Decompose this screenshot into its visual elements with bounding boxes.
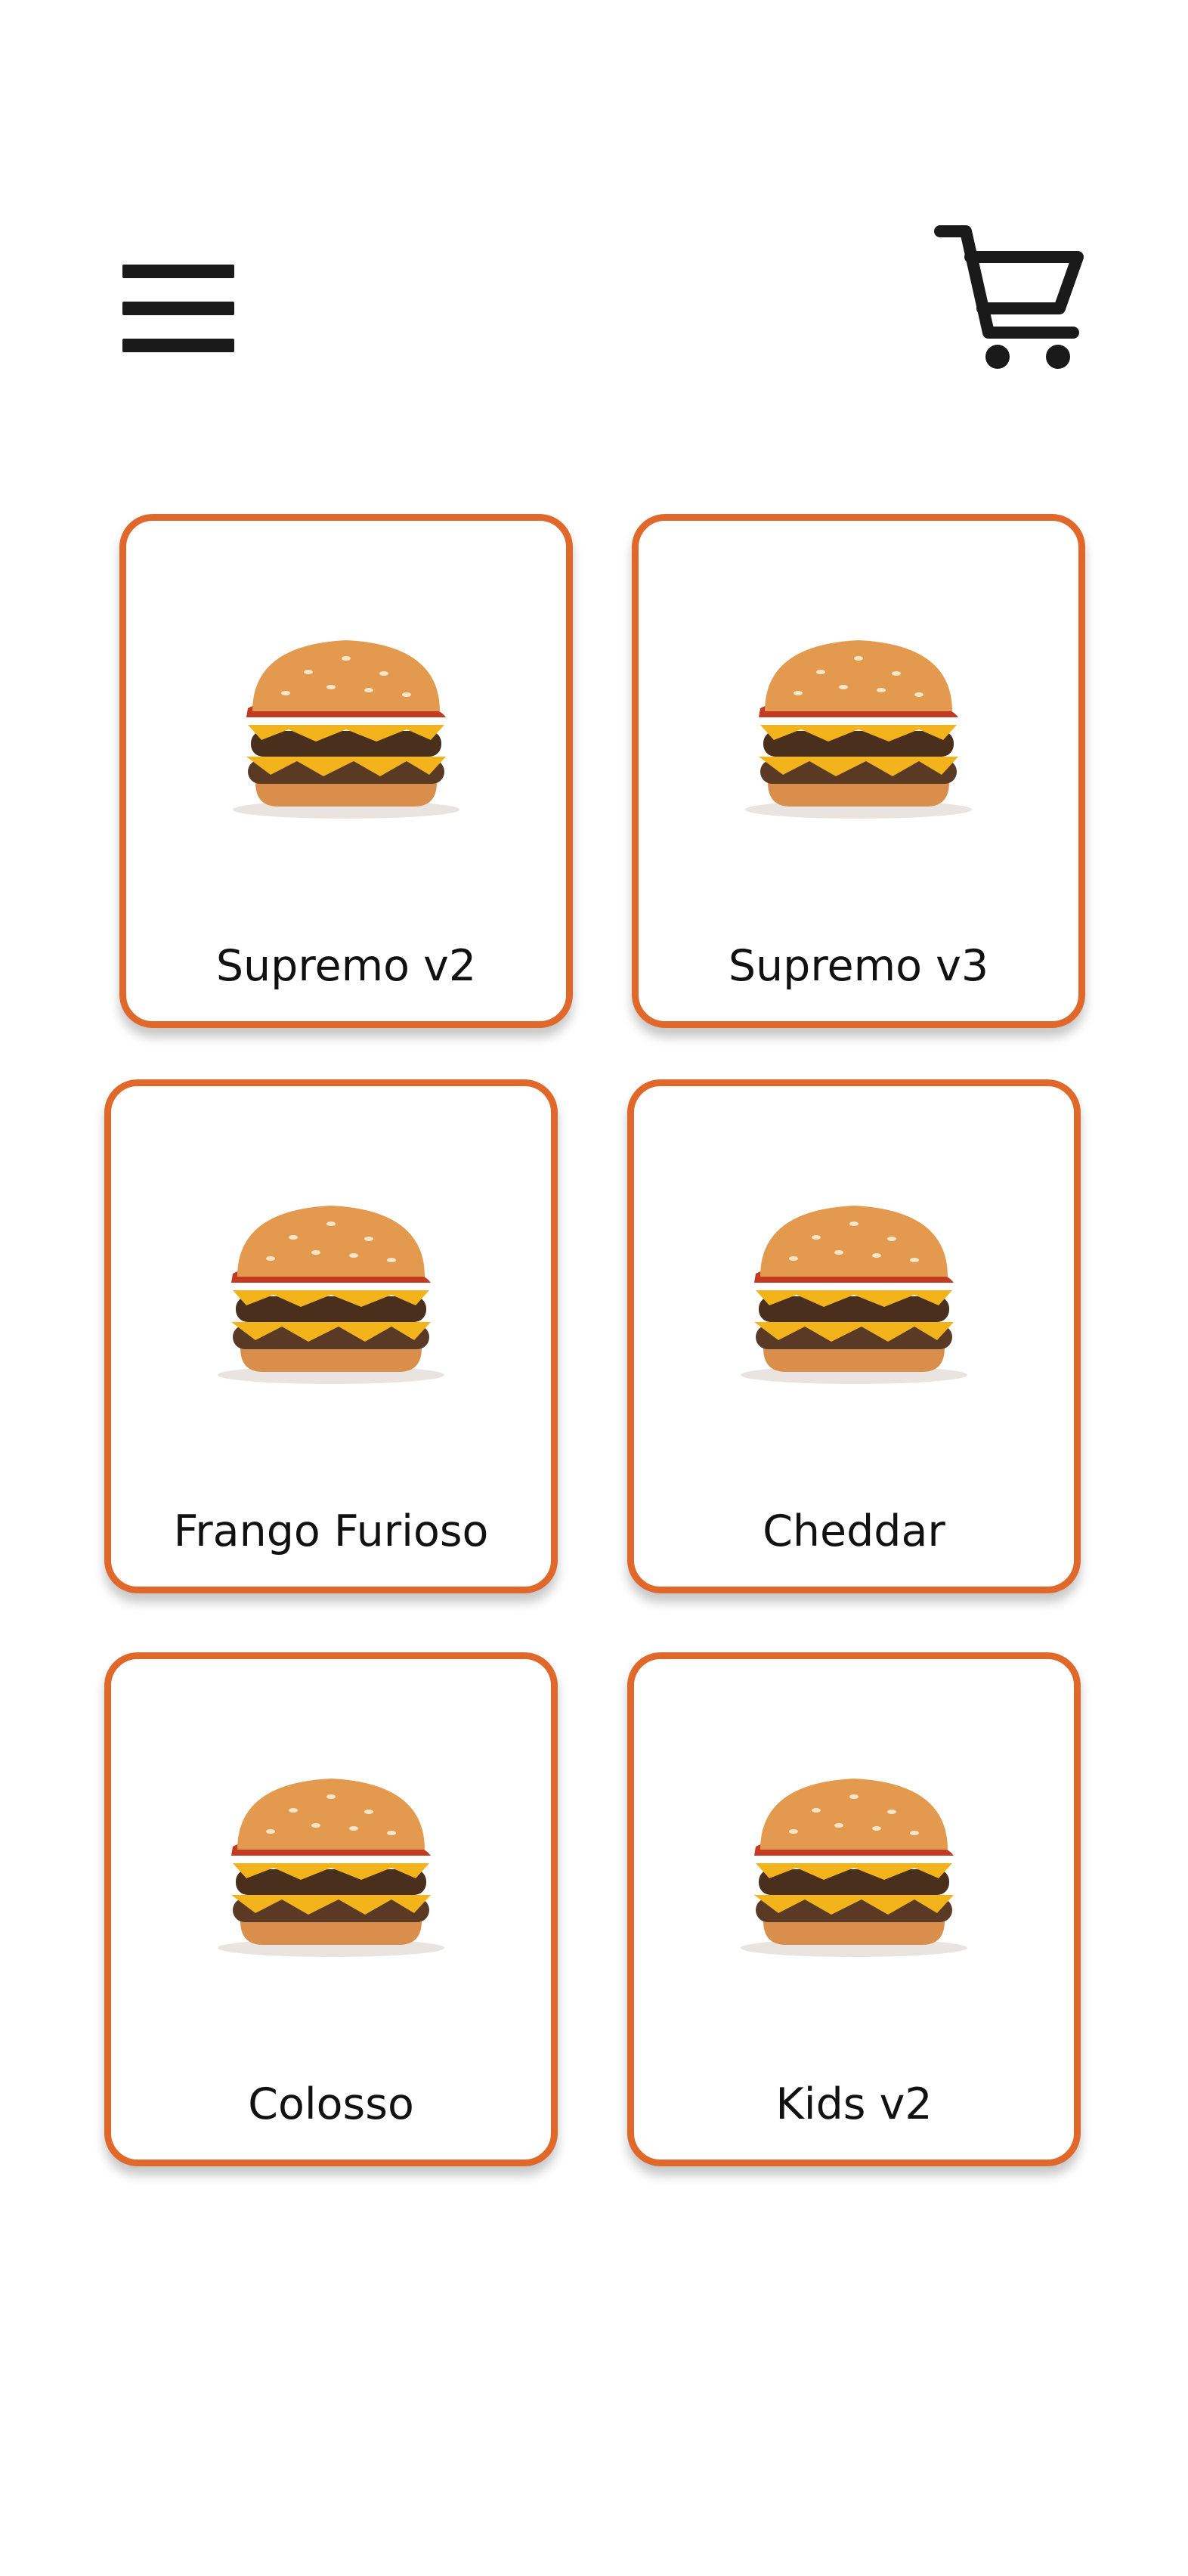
product-card-colosso[interactable]: Colosso [104, 1652, 558, 2166]
product-card-supremo-v2[interactable]: Supremo v2 [119, 514, 573, 1028]
product-card-supremo-v3[interactable]: Supremo v3 [632, 514, 1085, 1028]
product-name: Colosso [248, 2079, 414, 2129]
product-name: Supremo v2 [215, 941, 477, 991]
product-card-kids-v2[interactable]: Kids v2 [627, 1652, 1081, 2166]
menu-icon-bar [122, 265, 234, 278]
product-card-cheddar[interactable]: Cheddar [627, 1079, 1081, 1593]
burger-image [741, 1779, 967, 1957]
product-name: Supremo v3 [728, 941, 989, 991]
product-name: Frango Furioso [173, 1506, 489, 1556]
menu-button[interactable] [122, 265, 234, 352]
burger-image [218, 1779, 444, 1957]
burger-image [745, 640, 972, 819]
menu-icon-bar [122, 302, 234, 315]
product-name: Cheddar [763, 1506, 945, 1556]
product-card-frango-furioso[interactable]: Frango Furioso [104, 1079, 558, 1593]
burger-image [233, 640, 459, 819]
cart-button[interactable] [934, 219, 1085, 370]
product-name: Kids v2 [775, 2079, 933, 2129]
shopping-cart-icon [934, 225, 1084, 369]
burger-image [741, 1206, 967, 1384]
chicken-burger-image [218, 1206, 444, 1384]
menu-icon-bar [122, 339, 234, 352]
